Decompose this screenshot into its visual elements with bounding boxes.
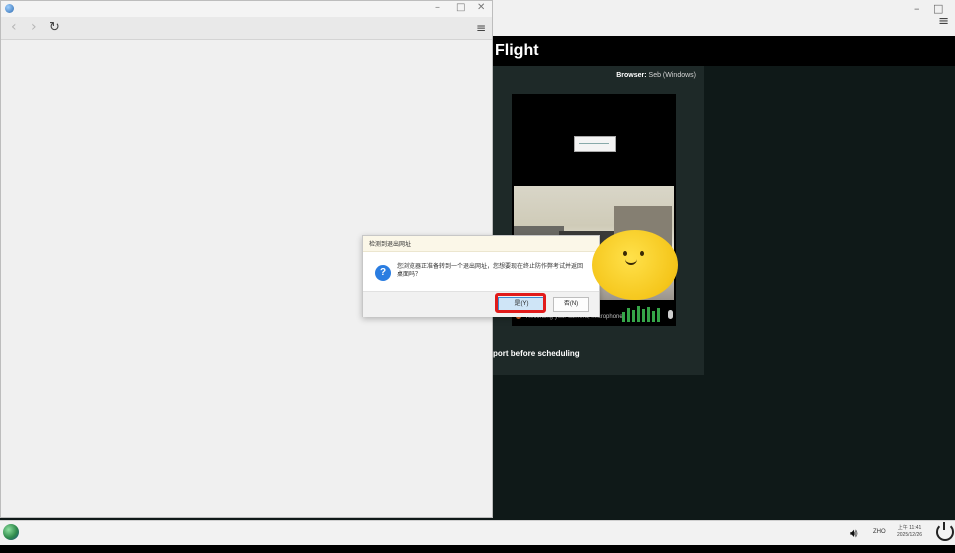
dialog-message: 您浏览器正准备转到一个退出网址，您想要现在终止防作弊考试并返回桌面吗？	[397, 264, 584, 278]
language-indicator[interactable]: ZHO	[873, 529, 886, 535]
app-header: Flight	[490, 36, 955, 66]
passport-instruction: port before scheduling	[493, 349, 580, 358]
mic-level-bar	[627, 308, 630, 322]
dialog-footer: 是(Y) 否(N)	[363, 291, 599, 317]
background-app-titlebar: – □ ≡	[490, 0, 955, 37]
browser-titlebar: – □ ✕	[1, 1, 492, 17]
clock-time: 上午 11:41	[897, 525, 922, 531]
start-icon[interactable]	[3, 524, 19, 540]
mic-level-bar	[632, 310, 635, 322]
minimize-icon[interactable]: –	[914, 2, 920, 15]
no-button[interactable]: 否(N)	[553, 297, 589, 312]
mascot-character	[586, 224, 684, 302]
taskbar: 🔊︎ ZHO 上午 11:41 2025/12/26	[0, 520, 955, 545]
reload-icon[interactable]: ↻	[49, 20, 60, 35]
microphone-icon	[668, 310, 673, 319]
chevron-right-icon[interactable]: ›	[31, 19, 37, 35]
system-check-card: Browser: Seb (Windows) Recording your ca…	[490, 66, 704, 375]
mic-level-bar	[642, 309, 645, 322]
dialog-titlebar: 检测到退出网址	[363, 236, 599, 252]
clock-date: 2025/12/26	[897, 532, 923, 538]
minimize-icon[interactable]: –	[435, 2, 440, 13]
mascot-body	[592, 230, 678, 300]
close-icon[interactable]: ✕	[477, 2, 485, 13]
question-icon: ?	[375, 265, 391, 281]
browser-value: Seb (Windows)	[648, 72, 696, 79]
volume-icon[interactable]: 🔊︎	[850, 526, 858, 541]
chevron-left-icon[interactable]: ‹	[11, 19, 17, 35]
browser-label: Browser:	[616, 72, 647, 79]
hamburger-menu-icon[interactable]: ≡	[476, 21, 486, 35]
power-icon[interactable]	[936, 522, 954, 541]
maximize-icon[interactable]: □	[456, 2, 465, 13]
exit-url-dialog: 检测到退出网址 ? 您浏览器正准备转到一个退出网址，您想要现在终止防作弊考试并返…	[362, 235, 600, 317]
mic-level-bar	[657, 308, 660, 322]
screen-capture-thumbnail	[574, 136, 616, 152]
mic-level-meter	[622, 306, 666, 322]
browser-navbar: ‹ › ↻ ≡	[1, 17, 492, 40]
mic-level-bar	[637, 306, 640, 322]
dialog-title: 检测到退出网址	[369, 242, 412, 248]
mascot-eye	[640, 251, 644, 256]
mic-level-bar	[647, 307, 650, 322]
mic-level-bar	[622, 312, 625, 322]
system-clock[interactable]: 上午 11:41 2025/12/26	[897, 525, 922, 539]
yes-button[interactable]: 是(Y)	[498, 297, 545, 312]
hamburger-menu-icon[interactable]: ≡	[938, 14, 949, 29]
bottom-border	[0, 545, 955, 553]
mascot-eye	[623, 251, 627, 256]
mic-level-bar	[652, 311, 655, 322]
app-icon	[5, 4, 14, 13]
app-header-title: Flight	[495, 42, 539, 59]
browser-info: Browser: Seb (Windows)	[616, 72, 696, 79]
